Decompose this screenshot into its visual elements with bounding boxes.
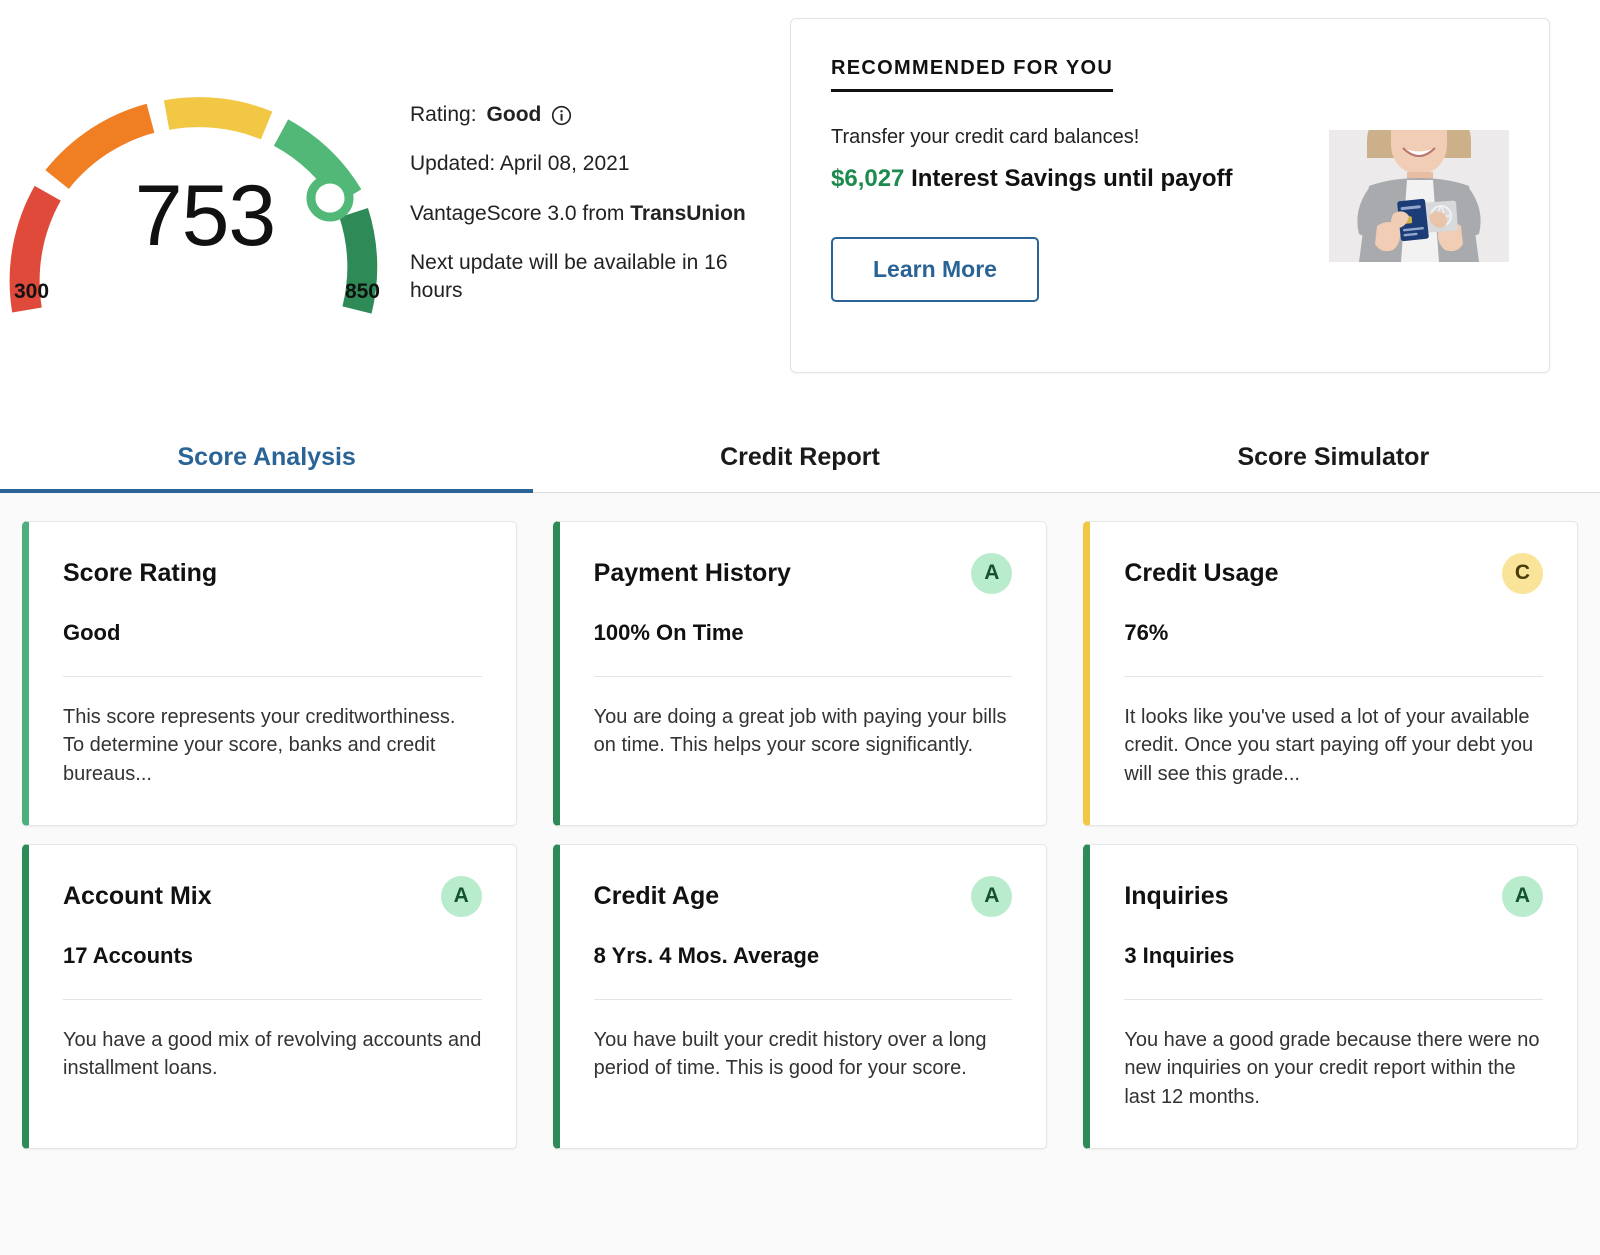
score-model-prefix: VantageScore 3.0 from <box>410 201 631 225</box>
grade-badge: A <box>971 552 1013 594</box>
factor-value: Good <box>63 620 121 645</box>
factor-description: It looks like you've used a lot of your … <box>1124 706 1534 785</box>
factor-header: Inquiries A <box>1124 875 1543 917</box>
credit-score-gauge: 753 300 850 <box>0 45 410 315</box>
factor-value: 100% On Time <box>593 620 744 645</box>
factor-card-grid: Score Rating Good This score represents … <box>22 521 1578 1149</box>
offer-tagline: Transfer your credit card balances! <box>831 126 1140 148</box>
offer-savings-text: Interest Savings until payoff <box>904 165 1233 192</box>
score-model-bureau: TransUnion <box>630 201 746 225</box>
factor-value: 8 Yrs. 4 Mos. Average <box>593 943 820 968</box>
factor-header: Payment History A <box>594 552 1013 594</box>
gauge-min-label: 300 <box>14 280 50 303</box>
factor-description: You have a good grade because there were… <box>1124 1029 1540 1108</box>
factor-header: Credit Age A <box>594 875 1013 917</box>
info-icon[interactable] <box>551 105 572 126</box>
rating-row: Rating: Good <box>410 101 790 129</box>
divider <box>1124 999 1543 1000</box>
factor-description: You have built your credit history over … <box>593 1029 987 1080</box>
factor-title: Credit Age <box>593 881 720 910</box>
offer-photo <box>1329 130 1509 262</box>
divider <box>1124 676 1543 677</box>
recommended-heading: RECOMMENDED FOR YOU <box>831 57 1114 92</box>
factor-card-credit-usage[interactable]: Credit Usage C 76% It looks like you've … <box>1083 521 1578 826</box>
factor-description: You have a good mix of revolving account… <box>63 1029 482 1080</box>
factor-title: Inquiries <box>1124 881 1229 910</box>
factor-value: 17 Accounts <box>63 943 194 968</box>
factor-card-inquiries[interactable]: Inquiries A 3 Inquiries You have a good … <box>1083 844 1578 1149</box>
factor-header: Score Rating <box>63 552 482 594</box>
factor-header: Credit Usage C <box>1124 552 1543 594</box>
grade-badge: A <box>971 875 1013 917</box>
score-summary: 753 300 850 Rating: Good Updated: April … <box>0 0 790 327</box>
factor-header: Account Mix A <box>63 875 482 917</box>
gauge-max-label: 850 <box>344 280 380 303</box>
score-analysis-panel: Score Rating Good This score represents … <box>0 493 1600 1255</box>
rating-label: Rating: <box>410 103 477 126</box>
score-details: Rating: Good Updated: April 08, 2021 Van… <box>410 45 790 327</box>
factor-title: Score Rating <box>63 558 218 587</box>
factor-title: Account Mix <box>63 881 212 910</box>
factor-value: 76% <box>1124 620 1169 645</box>
gauge-segment-yellow <box>163 97 273 140</box>
divider <box>593 999 1013 1000</box>
offer-amount: $6,027 <box>831 165 905 192</box>
factor-card-payment-history[interactable]: Payment History A 100% On Time You are d… <box>552 521 1048 826</box>
factor-card-credit-age[interactable]: Credit Age A 8 Yrs. 4 Mos. Average You h… <box>552 844 1048 1149</box>
factor-card-account-mix[interactable]: Account Mix A 17 Accounts You have a goo… <box>22 844 517 1149</box>
tab-score-simulator[interactable]: Score Simulator <box>1067 425 1600 493</box>
rating-value: Good <box>486 103 542 126</box>
grade-badge: A <box>440 875 482 917</box>
tab-score-analysis[interactable]: Score Analysis <box>0 425 534 493</box>
factor-description: This score represents your creditworthin… <box>63 706 456 785</box>
factor-value: 3 Inquiries <box>1124 943 1235 968</box>
recommended-offer-card: RECOMMENDED FOR YOU Transfer your credit… <box>790 18 1550 373</box>
learn-more-button[interactable]: Learn More <box>831 237 1039 302</box>
grade-badge: A <box>1501 875 1543 917</box>
score-model: VantageScore 3.0 from TransUnion <box>410 200 790 228</box>
score-value: 753 <box>134 168 277 264</box>
score-header-section: 753 300 850 Rating: Good Updated: April … <box>0 0 1600 425</box>
factor-card-score-rating[interactable]: Score Rating Good This score represents … <box>22 521 517 826</box>
main-tabs: Score Analysis Credit Report Score Simul… <box>0 425 1600 493</box>
factor-description: You are doing a great job with paying yo… <box>593 706 1007 757</box>
grade-badge: C <box>1501 552 1543 594</box>
factor-title: Credit Usage <box>1124 558 1279 587</box>
recommended-body: Transfer your credit card balances! $6,0… <box>831 126 1509 302</box>
recommended-text-column: Transfer your credit card balances! $6,0… <box>831 126 1309 302</box>
updated-date: Updated: April 08, 2021 <box>410 152 630 176</box>
divider <box>63 676 482 677</box>
tab-credit-report[interactable]: Credit Report <box>533 425 1066 493</box>
divider <box>593 676 1013 677</box>
next-update-text: Next update will be available in 16 hour… <box>410 251 728 303</box>
offer-savings-line: $6,027 Interest Savings until payoff <box>831 165 1309 193</box>
divider <box>63 999 482 1000</box>
factor-title: Payment History <box>593 558 791 587</box>
